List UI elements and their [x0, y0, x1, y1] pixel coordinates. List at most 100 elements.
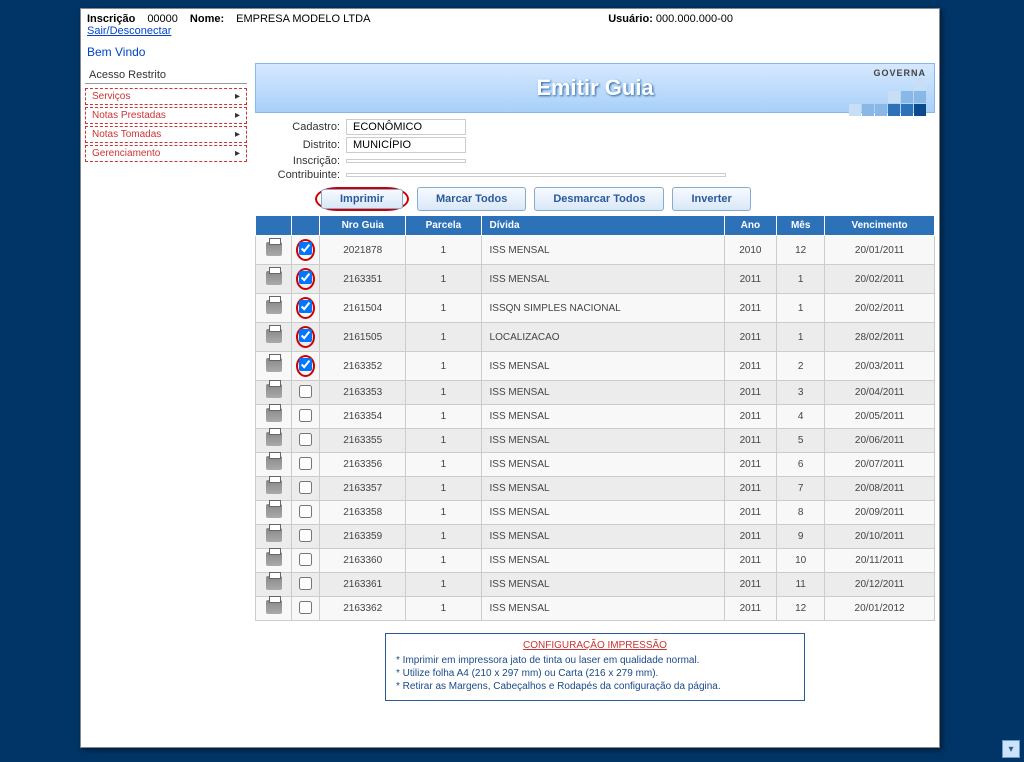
row-checkbox[interactable]	[299, 577, 312, 590]
cell-vencimento: 20/01/2012	[825, 597, 935, 621]
row-checkbox[interactable]	[299, 300, 312, 313]
cell-divida: ISS MENSAL	[481, 501, 724, 525]
row-checkbox[interactable]	[299, 433, 312, 446]
printer-icon[interactable]	[266, 576, 282, 590]
cell-vencimento: 20/12/2011	[825, 573, 935, 597]
scroll-down-icon[interactable]: ▾	[1002, 740, 1020, 758]
row-checkbox[interactable]	[299, 409, 312, 422]
cell-parcela: 1	[406, 323, 481, 352]
cell-nro-guia: 2163356	[320, 453, 406, 477]
table-row: 21633611ISS MENSAL20111120/12/2011	[256, 573, 935, 597]
printer-icon[interactable]	[266, 358, 282, 372]
printer-icon[interactable]	[266, 480, 282, 494]
sidebar-header: Acesso Restrito	[85, 67, 247, 84]
row-checkbox[interactable]	[299, 481, 312, 494]
config-line-1: * Imprimir em impressora jato de tinta o…	[396, 655, 794, 666]
sidebar-item-gerenciamento[interactable]: Gerenciamento ▸	[85, 145, 247, 162]
cell-vencimento: 20/06/2011	[825, 429, 935, 453]
printer-icon[interactable]	[266, 504, 282, 518]
cell-divida: ISS MENSAL	[481, 429, 724, 453]
governa-logo: GOVERNA	[849, 68, 926, 116]
config-line-2: * Utilize folha A4 (210 x 297 mm) ou Car…	[396, 668, 794, 679]
imprimir-button[interactable]: Imprimir	[321, 189, 403, 209]
row-checkbox[interactable]	[299, 242, 312, 255]
printer-icon[interactable]	[266, 552, 282, 566]
config-line-3: * Retirar as Margens, Cabeçalhos e Rodap…	[396, 681, 794, 692]
cell-divida: ISS MENSAL	[481, 477, 724, 501]
cell-parcela: 1	[406, 294, 481, 323]
cell-ano: 2011	[724, 597, 777, 621]
printer-icon[interactable]	[266, 300, 282, 314]
usuario-value: 000.000.000-00	[656, 13, 733, 25]
table-row: 21615041ISSQN SIMPLES NACIONAL2011120/02…	[256, 294, 935, 323]
printer-icon[interactable]	[266, 408, 282, 422]
cell-divida: ISS MENSAL	[481, 352, 724, 381]
sidebar-item-notas-tomadas[interactable]: Notas Tomadas ▸	[85, 126, 247, 143]
cell-ano: 2011	[724, 294, 777, 323]
inscricao-label: Inscrição	[87, 13, 135, 25]
printer-icon[interactable]	[266, 600, 282, 614]
row-checkbox[interactable]	[299, 601, 312, 614]
cell-divida: ISS MENSAL	[481, 381, 724, 405]
cell-ano: 2011	[724, 323, 777, 352]
row-checkbox[interactable]	[299, 529, 312, 542]
distrito-value: MUNICÍPIO	[346, 137, 466, 153]
cell-nro-guia: 2161505	[320, 323, 406, 352]
distrito-label: Distrito:	[255, 139, 340, 151]
printer-icon[interactable]	[266, 528, 282, 542]
sidebar-item-notas-prestadas[interactable]: Notas Prestadas ▸	[85, 107, 247, 124]
printer-icon[interactable]	[266, 242, 282, 256]
cell-nro-guia: 2161504	[320, 294, 406, 323]
sidebar-item-servicos[interactable]: Serviços ▸	[85, 88, 247, 105]
toolbar: Imprimir Marcar Todos Desmarcar Todos In…	[255, 187, 935, 211]
cell-divida: ISS MENSAL	[481, 236, 724, 265]
cell-parcela: 1	[406, 597, 481, 621]
table-row: 21633571ISS MENSAL2011720/08/2011	[256, 477, 935, 501]
row-checkbox[interactable]	[299, 505, 312, 518]
cell-parcela: 1	[406, 549, 481, 573]
page-title: Emitir Guia	[536, 75, 653, 101]
cell-vencimento: 20/02/2011	[825, 294, 935, 323]
row-checkbox[interactable]	[299, 457, 312, 470]
cell-nro-guia: 2163355	[320, 429, 406, 453]
printer-icon[interactable]	[266, 456, 282, 470]
sair-link[interactable]: Sair/Desconectar	[87, 25, 171, 37]
row-checkbox[interactable]	[299, 358, 312, 371]
inscricao-info-value	[346, 159, 466, 163]
cell-mes: 5	[777, 429, 825, 453]
main-panel: Emitir Guia GOVERNA Cadastro: ECONÔMICO	[251, 63, 939, 705]
chevron-right-icon: ▸	[235, 91, 240, 102]
row-checkbox[interactable]	[299, 553, 312, 566]
nome-value: EMPRESA MODELO LTDA	[236, 13, 370, 25]
printer-icon[interactable]	[266, 432, 282, 446]
cell-divida: ISS MENSAL	[481, 597, 724, 621]
cell-ano: 2011	[724, 573, 777, 597]
cell-mes: 3	[777, 381, 825, 405]
cell-ano: 2010	[724, 236, 777, 265]
row-checkbox[interactable]	[299, 385, 312, 398]
cell-mes: 12	[777, 597, 825, 621]
cell-ano: 2011	[724, 381, 777, 405]
cell-parcela: 1	[406, 453, 481, 477]
printer-icon[interactable]	[266, 271, 282, 285]
viewport: Inscrição 00000 Nome: EMPRESA MODELO LTD…	[0, 0, 1024, 762]
inverter-button[interactable]: Inverter	[672, 187, 750, 211]
cell-vencimento: 20/08/2011	[825, 477, 935, 501]
table-row: 21633601ISS MENSAL20111020/11/2011	[256, 549, 935, 573]
marcar-todos-button[interactable]: Marcar Todos	[417, 187, 526, 211]
printer-icon[interactable]	[266, 384, 282, 398]
row-checkbox[interactable]	[299, 271, 312, 284]
cell-ano: 2011	[724, 525, 777, 549]
row-checkbox[interactable]	[299, 329, 312, 342]
table-row: 21615051LOCALIZACAO2011128/02/2011	[256, 323, 935, 352]
cell-mes: 11	[777, 573, 825, 597]
table-row: 21633561ISS MENSAL2011620/07/2011	[256, 453, 935, 477]
chevron-right-icon: ▸	[235, 148, 240, 159]
topbar: Inscrição 00000 Nome: EMPRESA MODELO LTD…	[81, 9, 939, 41]
cell-mes: 8	[777, 501, 825, 525]
cell-ano: 2011	[724, 477, 777, 501]
cell-divida: ISS MENSAL	[481, 405, 724, 429]
printer-icon[interactable]	[266, 329, 282, 343]
table-row: 21633511ISS MENSAL2011120/02/2011	[256, 265, 935, 294]
desmarcar-todos-button[interactable]: Desmarcar Todos	[534, 187, 664, 211]
